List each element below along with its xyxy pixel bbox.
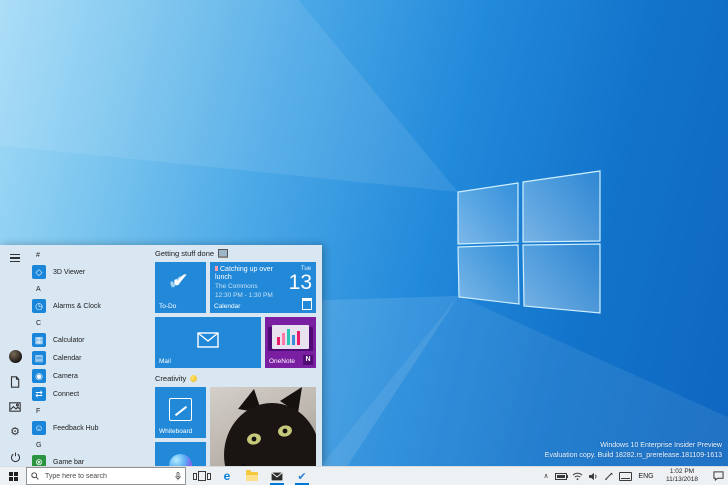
- windows-logo-wallpaper: [457, 170, 601, 314]
- pin-icon: [215, 266, 218, 271]
- calendar-event-title: Catching up over lunch: [215, 266, 273, 281]
- app-item-feedback-hub[interactable]: ☺ Feedback Hub: [32, 419, 152, 437]
- gear-icon: ⚙: [10, 425, 20, 438]
- todo-taskbar-button[interactable]: ✔: [292, 467, 312, 485]
- volume-tray-button[interactable]: [585, 467, 601, 485]
- action-center-button[interactable]: [708, 467, 728, 485]
- task-view-button[interactable]: [192, 467, 212, 485]
- user-account-button[interactable]: [8, 349, 22, 363]
- tile-todo[interactable]: ✔ ✔ To-Do: [155, 262, 206, 313]
- start-button[interactable]: [0, 467, 26, 485]
- feedback-hub-icon: ☺: [32, 421, 46, 435]
- app-item-3d-viewer[interactable]: ◇ 3D Viewer: [32, 263, 152, 281]
- app-item-game-bar[interactable]: ⊗ Game bar: [32, 453, 152, 467]
- tile-cortana[interactable]: [155, 442, 206, 467]
- app-item-calendar[interactable]: ▤ Calendar: [32, 349, 152, 367]
- document-icon: [10, 376, 20, 388]
- tile-group-header-1[interactable]: Getting stuff done: [155, 247, 229, 259]
- app-item-connect[interactable]: ⇄ Connect: [32, 385, 152, 403]
- tray-overflow-button[interactable]: ∧: [539, 467, 553, 485]
- tile-group-header-2[interactable]: Creativity: [155, 372, 198, 384]
- app-section-header[interactable]: #: [32, 247, 152, 263]
- tray-time: 1:02 PM: [669, 468, 695, 475]
- evaluation-watermark: Windows 10 Enterprise Insider Preview Ev…: [545, 441, 722, 461]
- documents-button[interactable]: [8, 375, 22, 389]
- palette-emoji-icon: [190, 374, 198, 382]
- search-icon: [31, 472, 39, 480]
- file-explorer-taskbar-button[interactable]: [242, 467, 262, 485]
- app-item-calculator[interactable]: ▦ Calculator: [32, 331, 152, 349]
- onenote-logo-badge: N: [303, 355, 313, 365]
- wifi-tray-button[interactable]: [569, 467, 585, 485]
- chevron-up-icon: ∧: [543, 473, 549, 480]
- watermark-line-2: Evaluation copy. Build 18282.rs_prerelea…: [544, 452, 722, 459]
- camera-icon: ◉: [32, 369, 46, 383]
- microphone-icon[interactable]: [175, 471, 181, 481]
- power-button[interactable]: [8, 450, 22, 464]
- onenote-artwork: [272, 325, 309, 349]
- 3d-viewer-icon: ◇: [32, 265, 46, 279]
- mail-taskbar-button[interactable]: [267, 467, 287, 485]
- calculator-icon: ▦: [32, 333, 46, 347]
- tile-mail[interactable]: Mail: [155, 317, 261, 368]
- touch-keyboard-icon: [619, 471, 632, 481]
- connect-icon: ⇄: [32, 387, 46, 401]
- tile-whiteboard[interactable]: Whiteboard: [155, 387, 206, 438]
- tile-area: Getting stuff done ✔ ✔ To-Do Catching up …: [155, 245, 322, 467]
- file-explorer-icon: [246, 469, 258, 481]
- clock[interactable]: 1:02 PM 11/13/2018: [658, 467, 706, 485]
- app-item-camera[interactable]: ◉ Camera: [32, 367, 152, 385]
- taskbar: e ✔ ∧ ENG 1:02 PM 11/13/2018: [0, 466, 728, 485]
- windows-logo-icon: [8, 471, 18, 481]
- whiteboard-icon: [169, 398, 192, 421]
- search-input[interactable]: [43, 471, 171, 481]
- power-icon: [10, 452, 20, 462]
- app-section-header[interactable]: C: [32, 315, 152, 331]
- pen-icon: [605, 472, 613, 481]
- cat-photo: [224, 387, 316, 467]
- tile-onenote[interactable]: OneNote N: [265, 317, 316, 368]
- task-view-icon: [193, 471, 211, 481]
- picture-icon: [9, 402, 21, 412]
- app-section-header[interactable]: F: [32, 403, 152, 419]
- battery-icon: [555, 472, 568, 480]
- edge-icon: e: [223, 469, 231, 483]
- battery-tray-button[interactable]: [553, 467, 569, 485]
- pen-tray-button[interactable]: [601, 467, 617, 485]
- calendar-icon: ▤: [32, 351, 46, 365]
- tray-date: 11/13/2018: [665, 476, 699, 483]
- touch-keyboard-button[interactable]: [617, 467, 634, 485]
- app-section-header[interactable]: A: [32, 281, 152, 297]
- expand-menu-button[interactable]: [8, 251, 22, 265]
- wifi-icon: [572, 472, 582, 480]
- app-list: # ◇ 3D Viewer A ◷ Alarms & Clock C ▦ Calcul…: [32, 247, 152, 467]
- watermark-line-1: Windows 10 Enterprise Insider Preview: [600, 442, 722, 449]
- start-menu-rail: ⚙: [0, 245, 30, 467]
- envelope-icon: [197, 332, 219, 348]
- alarms-clock-icon: ◷: [32, 299, 46, 313]
- laptop-emoji-icon: [218, 248, 229, 258]
- avatar: [8, 349, 22, 363]
- tile-photos-cat[interactable]: [210, 387, 316, 467]
- app-section-header[interactable]: G: [32, 437, 152, 453]
- taskbar-search[interactable]: [26, 467, 186, 485]
- mail-icon: [271, 471, 283, 480]
- edge-taskbar-button[interactable]: e: [217, 467, 237, 485]
- calendar-day-number: 13: [288, 271, 312, 294]
- pictures-button[interactable]: [8, 400, 22, 414]
- todo-icon: ✔: [297, 470, 307, 483]
- tile-calendar[interactable]: Catching up over lunch The Commons 12:30…: [210, 262, 316, 313]
- action-center-icon: [712, 471, 724, 481]
- calendar-glyph-icon: [302, 298, 312, 310]
- start-menu: ⚙ # ◇ 3D Viewer A ◷ Alarms & Clock C ▦ Calc…: [0, 245, 322, 467]
- app-item-alarms-clock[interactable]: ◷ Alarms & Clock: [32, 297, 152, 315]
- settings-button[interactable]: ⚙: [8, 425, 22, 439]
- language-indicator[interactable]: ENG: [634, 467, 658, 485]
- speaker-icon: [588, 472, 596, 480]
